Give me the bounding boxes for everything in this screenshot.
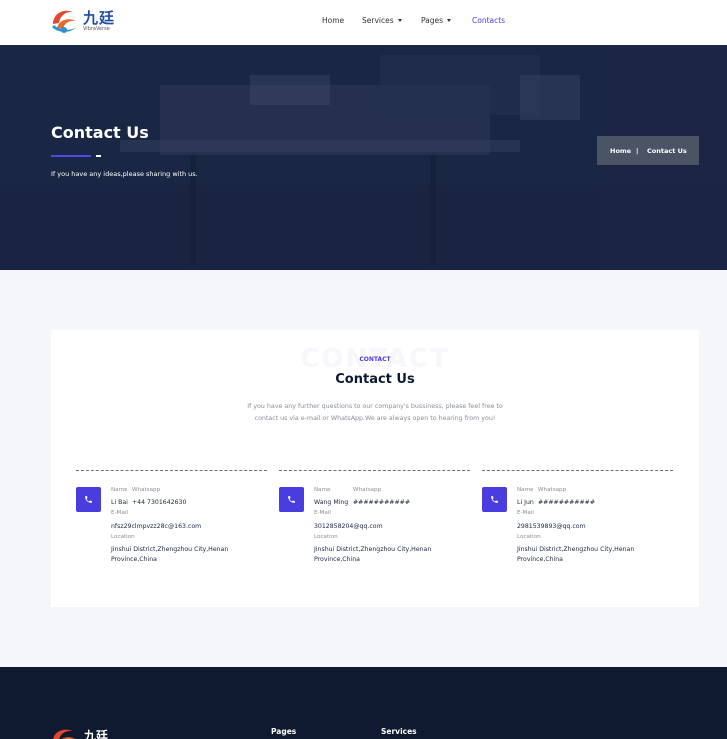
- title-underline: [51, 155, 91, 157]
- whatsapp-label: Whatsapp: [538, 487, 567, 493]
- site-header: 九廷 VibraVerse Home Services Pages Contac…: [0, 0, 727, 45]
- whatsapp-label: Whatsapp: [132, 487, 161, 493]
- name-label: Name: [314, 487, 331, 493]
- contact-location: Jinshui District,Zhengzhou City,Henan: [314, 546, 432, 553]
- nav-pages-label: Pages: [421, 16, 444, 25]
- logo-icon: [52, 10, 77, 33]
- nav-services-label: Services: [362, 16, 394, 25]
- email-label: E-Mail: [111, 510, 128, 516]
- contact-email[interactable]: 2981539893@qq.com: [517, 523, 586, 530]
- location-label: Location: [111, 534, 135, 540]
- contact-name: Wang Ming: [314, 499, 349, 506]
- contact-name: Li Jun: [517, 499, 534, 506]
- footer-logo[interactable]: 九廷: [51, 727, 121, 739]
- contact-location: Province,China: [517, 556, 563, 563]
- contact-location: Jinshui District,Zhengzhou City,Henan: [111, 546, 229, 553]
- nav-pages[interactable]: Pages: [421, 16, 452, 25]
- contact-card: CONTACT CONTACT Contact Us If you have a…: [51, 330, 699, 607]
- page-subtitle: If you have any ideas,please sharing wit…: [51, 170, 198, 178]
- phone-icon: [491, 496, 498, 503]
- divider: [76, 470, 267, 471]
- page-title: Contact Us: [51, 123, 149, 142]
- whatsapp-label: Whatsapp: [353, 487, 382, 493]
- location-label: Location: [517, 534, 541, 540]
- email-label: E-Mail: [517, 510, 534, 516]
- contact-email[interactable]: nfsz29clmpvzz28c@163.com: [111, 523, 201, 530]
- contact-location: Province,China: [111, 556, 157, 563]
- divider: [482, 470, 673, 471]
- description-line: If you have any further questions to our…: [247, 403, 503, 410]
- section-description: If you have any further questions to our…: [211, 401, 539, 425]
- phone-icon-box: [76, 487, 101, 512]
- location-label: Location: [314, 534, 338, 540]
- contact-whatsapp[interactable]: ###########: [538, 499, 595, 506]
- contact-whatsapp[interactable]: ###########: [353, 499, 410, 506]
- chevron-down-icon: [447, 19, 452, 22]
- description-line: contact us via e-mail or WhatsApp.We are…: [254, 415, 496, 422]
- hero-banner: Contact Us If you have any ideas,please …: [0, 45, 727, 270]
- divider: [279, 470, 470, 471]
- breadcrumb: Home | Contact Us: [597, 136, 699, 165]
- title-underline-dot: [96, 155, 101, 157]
- site-footer: 九廷 Pages Services: [0, 667, 727, 739]
- logo-english-text: VibraVerse: [83, 26, 110, 32]
- footer-pages-heading: Pages: [271, 727, 297, 736]
- nav-home-label: Home: [322, 16, 345, 25]
- phone-icon: [288, 496, 295, 503]
- contact-location: Jinshui District,Zhengzhou City,Henan: [517, 546, 635, 553]
- phone-icon-box: [482, 487, 507, 512]
- nav-contacts-label: Contacts: [472, 16, 506, 25]
- breadcrumb-home-link[interactable]: Home: [610, 147, 631, 155]
- site-logo[interactable]: 九廷 VibraVerse: [51, 6, 121, 38]
- contact-location: Province,China: [314, 556, 360, 563]
- name-label: Name: [111, 487, 128, 493]
- name-label: Name: [517, 487, 534, 493]
- section-title: Contact Us: [335, 372, 415, 387]
- breadcrumb-separator: |: [636, 146, 639, 155]
- contact-name: Li Bai: [111, 499, 128, 506]
- chevron-down-icon: [397, 19, 402, 22]
- phone-icon-box: [279, 487, 304, 512]
- footer-logo-text: 九廷: [84, 729, 109, 739]
- phone-icon: [85, 496, 92, 503]
- logo-chinese-text: 九廷: [83, 9, 116, 27]
- contact-whatsapp[interactable]: +44 7301642630: [132, 499, 186, 506]
- breadcrumb-current: Contact Us: [647, 146, 687, 155]
- contact-email[interactable]: 3012858204@qq.com: [314, 523, 383, 530]
- footer-services-heading: Services: [381, 727, 417, 736]
- nav-services[interactable]: Services: [362, 16, 402, 25]
- email-label: E-Mail: [314, 510, 331, 516]
- section-eyebrow: CONTACT: [359, 356, 391, 363]
- logo-icon: [53, 729, 76, 739]
- nav-contacts[interactable]: Contacts: [472, 16, 505, 25]
- nav-home[interactable]: Home: [322, 16, 344, 25]
